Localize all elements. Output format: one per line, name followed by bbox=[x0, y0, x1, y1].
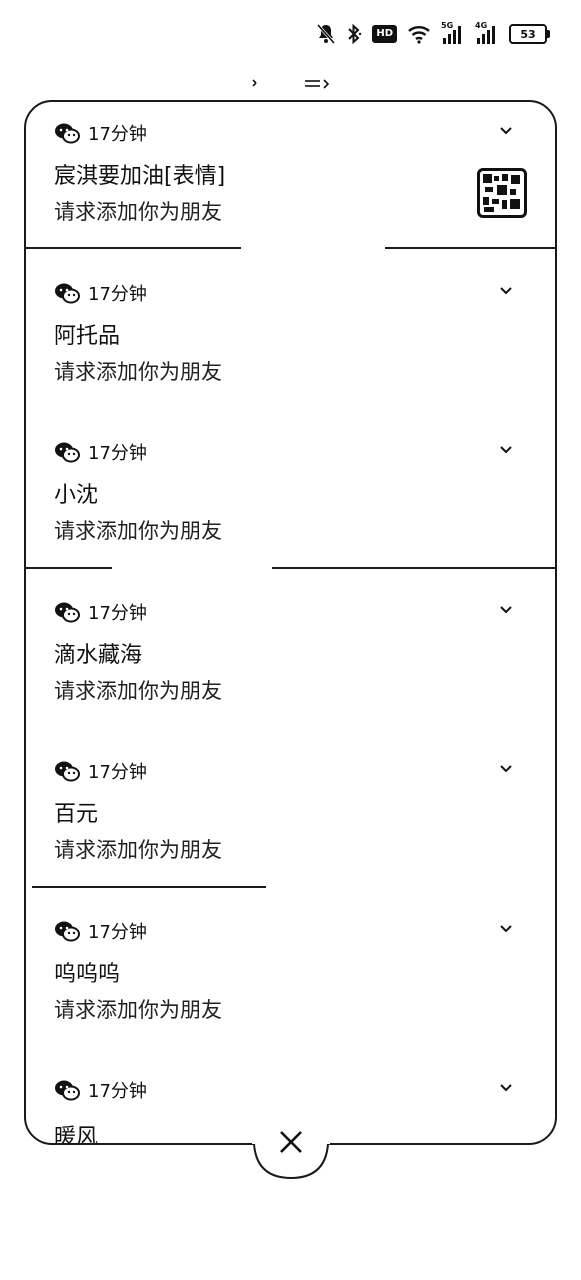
wechat-icon bbox=[55, 761, 80, 782]
wechat-icon bbox=[55, 921, 80, 942]
notification-time: 17分钟 bbox=[88, 124, 147, 145]
divider bbox=[26, 247, 241, 249]
notification-title: 宸淇要加油[表情] bbox=[54, 164, 226, 189]
notification-title: 小沈 bbox=[54, 483, 99, 508]
notification-title: 呜呜呜 bbox=[54, 962, 121, 987]
chevron-down-icon[interactable] bbox=[497, 760, 515, 778]
wechat-icon bbox=[55, 602, 80, 623]
mute-icon bbox=[316, 23, 336, 45]
notification-body: 请求添加你为朋友 bbox=[54, 679, 222, 703]
notification-panel: 17分钟 宸淇要加油[表情] 请求添加你为朋友 17分钟 阿托品 请求添加你为朋… bbox=[24, 100, 557, 1145]
avatar bbox=[477, 168, 527, 218]
notification-card[interactable]: 17分钟 宸淇要加油[表情] 请求添加你为朋友 bbox=[26, 102, 555, 262]
notification-header: 17分钟 bbox=[54, 120, 147, 146]
notification-title: 百元 bbox=[54, 802, 99, 827]
notification-time: 17分钟 bbox=[88, 922, 147, 943]
chevron-down-icon[interactable] bbox=[497, 441, 515, 459]
status-icons: HD 5G 4G 53 bbox=[316, 20, 550, 48]
notification-time: 17分钟 bbox=[88, 284, 147, 305]
close-icon[interactable] bbox=[278, 1129, 304, 1155]
signal-5g-icon: 5G bbox=[441, 21, 465, 45]
notification-body: 请求添加你为朋友 bbox=[54, 519, 222, 543]
notification-time: 17分钟 bbox=[88, 603, 147, 624]
notification-card[interactable]: 17分钟 阿托品 请求添加你为朋友 bbox=[26, 262, 555, 422]
divider bbox=[32, 886, 266, 888]
status-bar: HD 5G 4G 53 bbox=[0, 0, 581, 68]
notification-body: 请求添加你为朋友 bbox=[54, 838, 222, 862]
notification-body: 请求添加你为朋友 bbox=[54, 360, 222, 384]
wifi-icon bbox=[407, 24, 431, 44]
notification-time: 17分钟 bbox=[88, 1081, 147, 1102]
notification-time: 17分钟 bbox=[88, 443, 147, 464]
hd-icon: HD bbox=[372, 25, 397, 43]
notification-header: 17分钟 bbox=[54, 758, 147, 784]
notification-title: 阿托品 bbox=[54, 324, 121, 349]
notification-header: 17分钟 bbox=[54, 280, 147, 306]
close-button[interactable] bbox=[266, 1122, 316, 1162]
wechat-icon bbox=[55, 283, 80, 304]
notification-card[interactable]: 17分钟 小沈 请求添加你为朋友 bbox=[26, 421, 555, 581]
notification-body: 请求添加你为朋友 bbox=[54, 200, 222, 224]
signal-4g-icon: 4G bbox=[475, 21, 499, 45]
drag-handle-icon[interactable] bbox=[250, 74, 340, 94]
notification-header: 17分钟 bbox=[54, 918, 147, 944]
wechat-icon bbox=[55, 1080, 80, 1101]
divider bbox=[272, 567, 555, 569]
notification-card[interactable]: 17分钟 百元 请求添加你为朋友 bbox=[26, 740, 555, 900]
notification-title: 滴水藏海 bbox=[54, 643, 143, 668]
divider bbox=[26, 567, 112, 569]
notification-body: 请求添加你为朋友 bbox=[54, 998, 222, 1022]
chevron-down-icon[interactable] bbox=[497, 122, 515, 140]
notification-time: 17分钟 bbox=[88, 762, 147, 783]
chevron-down-icon[interactable] bbox=[497, 1079, 515, 1097]
divider bbox=[385, 247, 555, 249]
notification-card[interactable]: 17分钟 滴水藏海 请求添加你为朋友 bbox=[26, 581, 555, 741]
chevron-down-icon[interactable] bbox=[497, 920, 515, 938]
notification-header: 17分钟 bbox=[54, 1077, 147, 1103]
notification-header: 17分钟 bbox=[54, 599, 147, 625]
chevron-down-icon[interactable] bbox=[497, 282, 515, 300]
chevron-down-icon[interactable] bbox=[497, 601, 515, 619]
notification-header: 17分钟 bbox=[54, 439, 147, 465]
notification-title: 暖风 bbox=[54, 1125, 99, 1145]
bluetooth-icon bbox=[346, 23, 362, 45]
wechat-icon bbox=[55, 123, 80, 144]
battery-icon: 53 bbox=[509, 24, 550, 44]
wechat-icon bbox=[55, 442, 80, 463]
notification-card[interactable]: 17分钟 呜呜呜 请求添加你为朋友 bbox=[26, 900, 555, 1060]
